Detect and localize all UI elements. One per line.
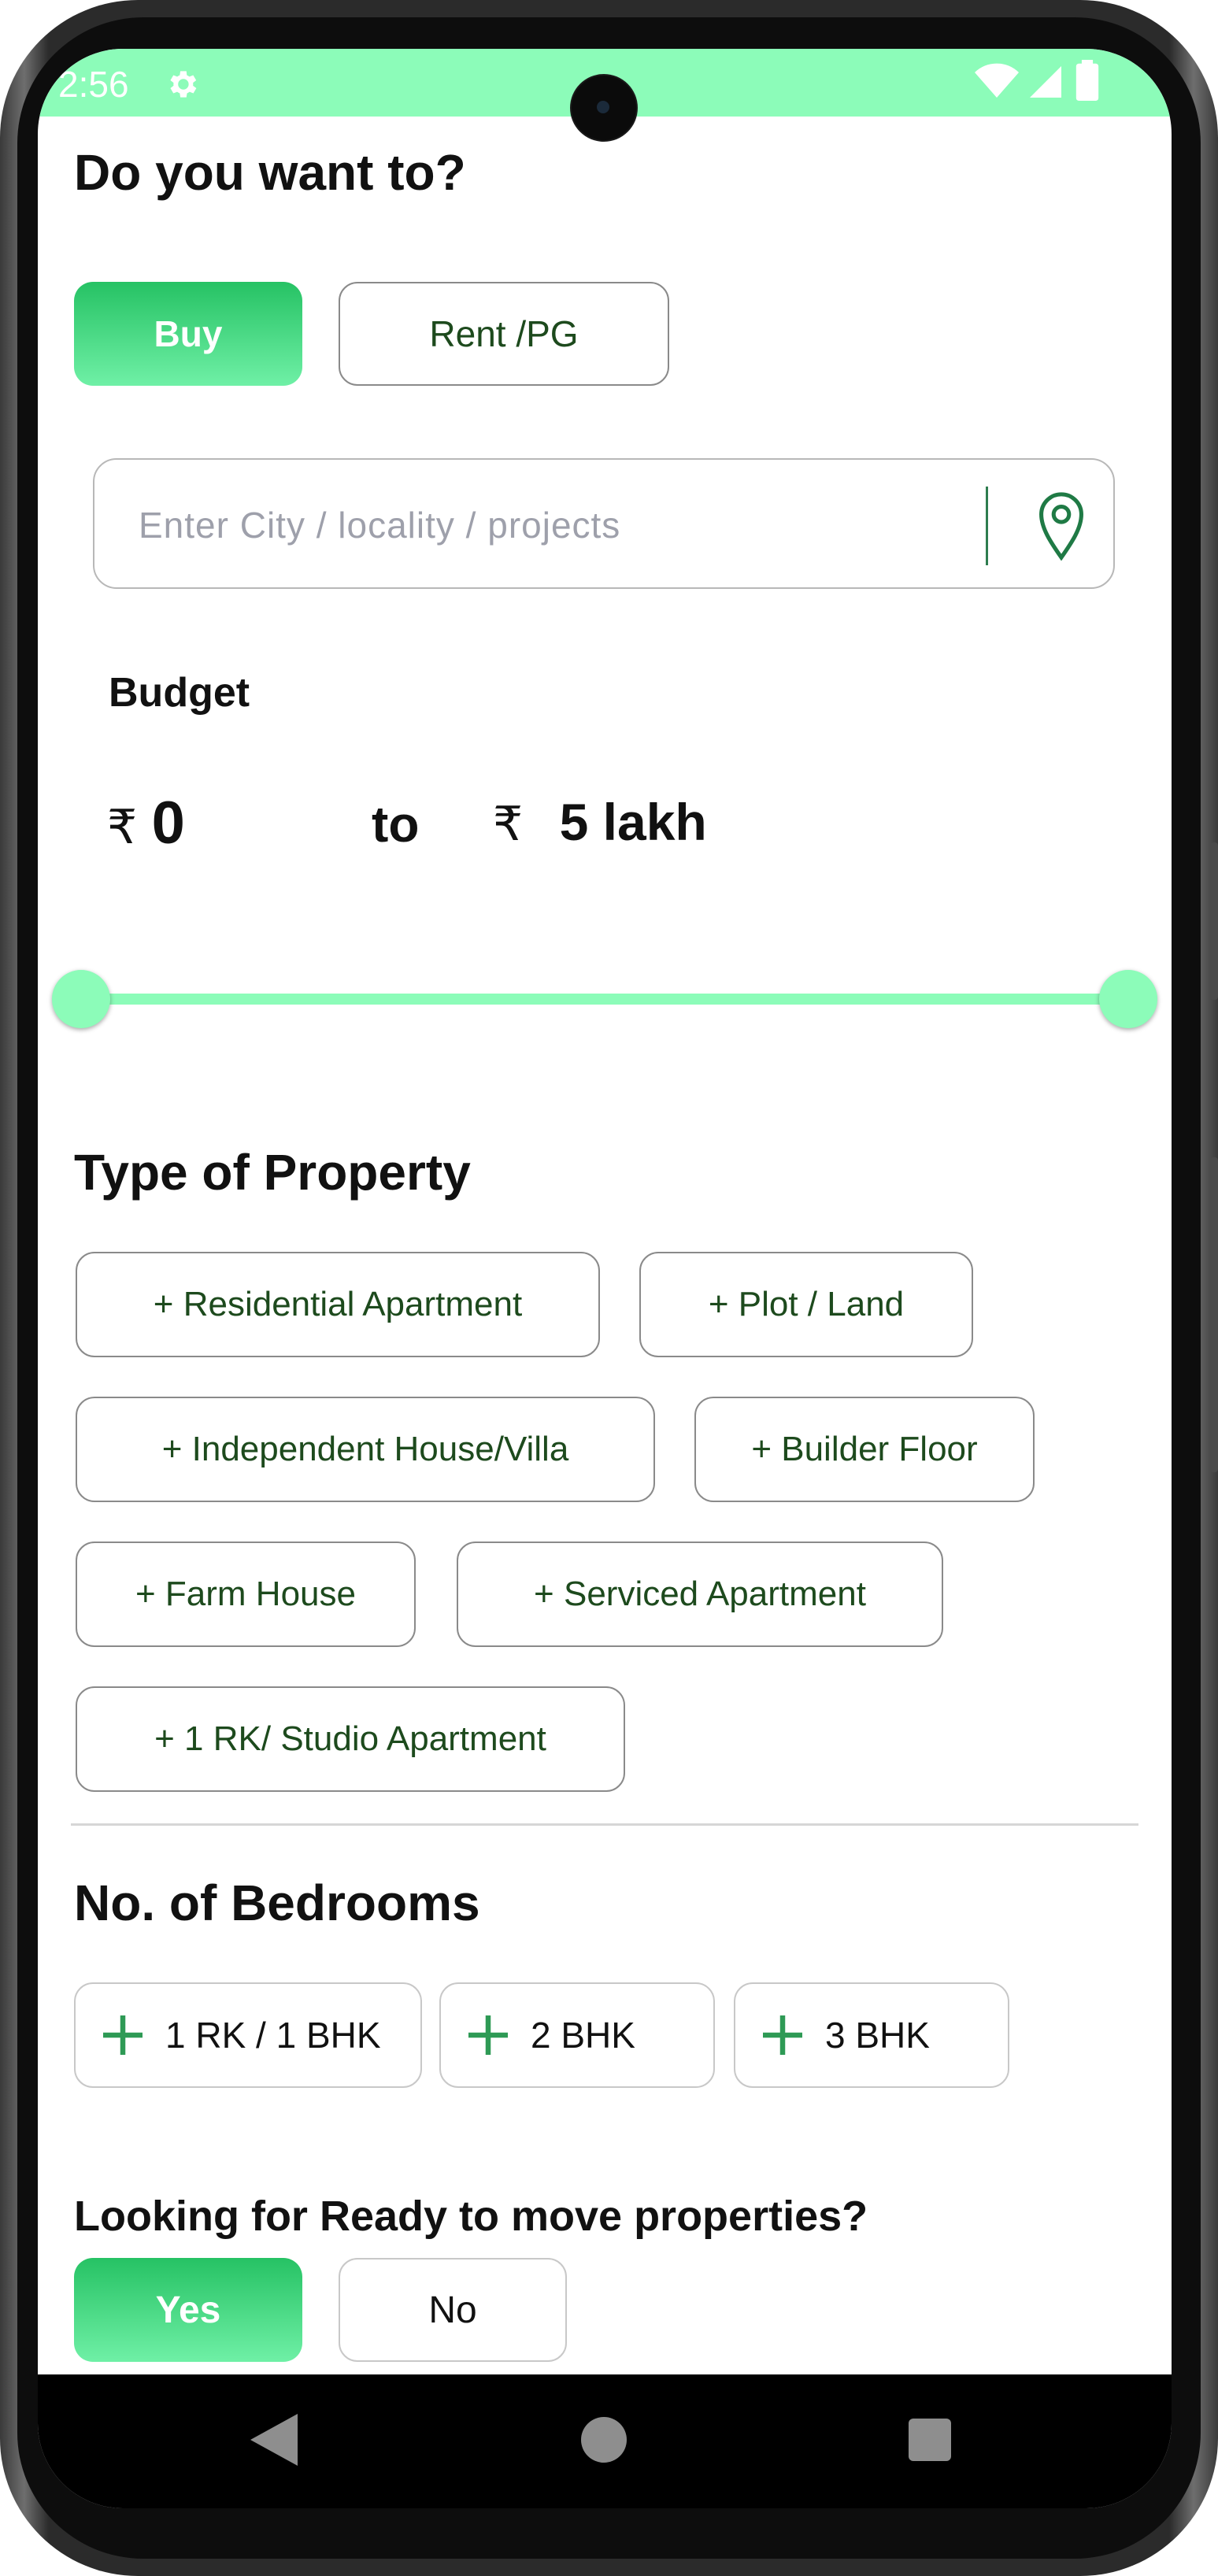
property-type-title: Type of Property	[74, 1144, 471, 1201]
budget-label: Budget	[109, 670, 250, 716]
property-builder-floor[interactable]: + Builder Floor	[694, 1397, 1035, 1502]
budget-min-value: 0	[151, 790, 185, 857]
signal-icon	[1030, 66, 1061, 98]
plus-icon	[103, 2015, 143, 2055]
ready-to-move-yes-button[interactable]: Yes	[74, 2258, 302, 2362]
volume-button	[1210, 1157, 1218, 1472]
intent-title: Do you want to?	[74, 144, 466, 201]
settings-gear-icon	[170, 71, 197, 98]
system-nav-bar	[38, 2374, 1172, 2508]
rupee-symbol-min: ₹	[107, 801, 138, 853]
plus-icon	[468, 2015, 508, 2055]
bedroom-option-2bhk[interactable]: 2 BHK	[439, 1982, 715, 2088]
property-residential-apartment[interactable]: + Residential Apartment	[76, 1252, 600, 1357]
map-pin-icon[interactable]	[1036, 490, 1087, 561]
rupee-symbol-max: ₹	[493, 798, 524, 850]
battery-icon	[1075, 60, 1099, 101]
screen: 2:56 Do you want to? Buy Rent /PG Enter …	[38, 49, 1172, 2508]
search-input[interactable]: Enter City / locality / projects	[139, 504, 620, 546]
buy-button[interactable]: Buy	[74, 282, 302, 386]
budget-slider-track[interactable]	[79, 994, 1150, 1005]
rent-pg-button[interactable]: Rent /PG	[339, 282, 669, 386]
property-serviced-apartment[interactable]: + Serviced Apartment	[457, 1542, 943, 1647]
status-time: 2:56	[58, 64, 129, 105]
recents-square-icon[interactable]	[909, 2419, 951, 2461]
bedroom-option-1rk-1bhk[interactable]: 1 RK / 1 BHK	[74, 1982, 422, 2088]
bedrooms-title: No. of Bedrooms	[74, 1875, 480, 1931]
ready-to-move-no-button[interactable]: No	[339, 2258, 567, 2362]
location-search-field[interactable]: Enter City / locality / projects	[93, 458, 1115, 589]
plus-icon	[763, 2015, 802, 2055]
bedroom-option-label: 3 BHK	[825, 2015, 930, 2056]
budget-separator: to	[372, 796, 420, 853]
budget-slider-min-thumb[interactable]	[52, 970, 110, 1028]
phone-frame: 2:56 Do you want to? Buy Rent /PG Enter …	[0, 0, 1218, 2576]
back-triangle-icon[interactable]	[250, 2414, 298, 2466]
search-divider	[986, 487, 988, 565]
property-farm-house[interactable]: + Farm House	[76, 1542, 416, 1647]
ready-to-move-question: Looking for Ready to move properties?	[74, 2193, 868, 2240]
bedroom-option-label: 2 BHK	[531, 2015, 635, 2056]
property-studio-apartment[interactable]: + 1 RK/ Studio Apartment	[76, 1686, 625, 1792]
budget-max: ₹ 5 lakh	[493, 792, 707, 852]
budget-max-value: 5 lakh	[559, 793, 707, 851]
home-circle-icon[interactable]	[581, 2417, 627, 2463]
budget-min: ₹ 0	[107, 789, 185, 857]
section-divider	[71, 1823, 1138, 1826]
power-button	[1210, 842, 1218, 1000]
property-independent-house[interactable]: + Independent House/Villa	[76, 1397, 655, 1502]
property-plot-land[interactable]: + Plot / Land	[639, 1252, 973, 1357]
front-camera	[572, 76, 636, 140]
bedroom-option-3bhk[interactable]: 3 BHK	[734, 1982, 1009, 2088]
bedroom-option-label: 1 RK / 1 BHK	[165, 2015, 381, 2056]
budget-slider-max-thumb[interactable]	[1099, 970, 1157, 1028]
wifi-icon	[975, 63, 1019, 98]
